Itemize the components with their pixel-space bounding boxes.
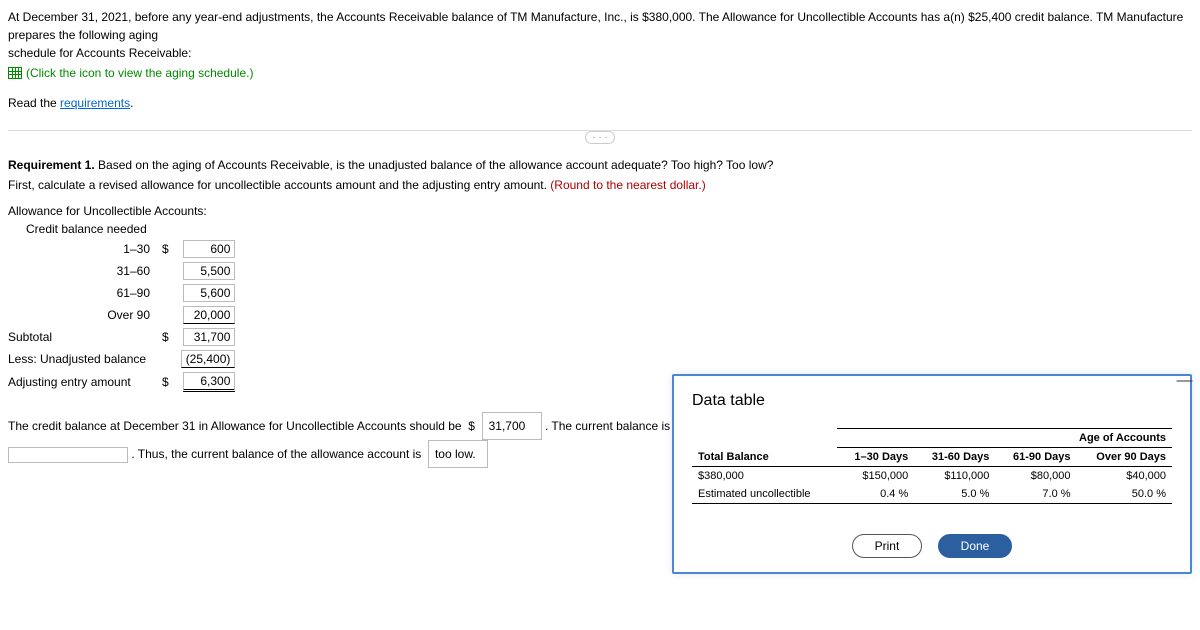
input-1-30[interactable]: 600 [183, 240, 235, 258]
row-adjusting: Adjusting entry amount $ 6,300 [8, 370, 241, 394]
intro-line-1b: schedule for Accounts Receivable: [8, 46, 191, 60]
popup-title: Data table [692, 392, 1172, 410]
label-61-90: 61–90 [8, 282, 156, 304]
col-total: Total Balance [692, 448, 837, 467]
pct-1-30: 0.4 % [837, 485, 914, 504]
bal-over-90: $40,000 [1077, 467, 1172, 486]
sent-2-blank[interactable] [8, 447, 128, 463]
sent-1-text: The credit balance at December 31 in All… [8, 419, 462, 433]
data-table-popup: — ✕ Data table Age of Accounts Total Bal… [672, 374, 1192, 574]
input-subtotal[interactable]: 31,700 [183, 328, 235, 346]
age-table: Age of Accounts Total Balance 1–30 Days … [692, 428, 1172, 504]
col-headers: Total Balance 1–30 Days 31-60 Days 61-90… [692, 448, 1172, 467]
col-over-90: Over 90 Days [1077, 448, 1172, 467]
pct-label: Estimated uncollectible [692, 485, 837, 504]
requirement-block: Requirement 1. Based on the aging of Acc… [8, 158, 1192, 192]
requirement-text: Based on the aging of Accounts Receivabl… [95, 158, 774, 172]
row-1-30: 1–30 $ 600 [8, 238, 241, 260]
sent-1-cur: $ [468, 419, 475, 433]
requirements-link[interactable]: requirements [60, 96, 130, 110]
less-label: Less: Unadjusted balance [8, 348, 156, 370]
row-31-60: 31–60 5,500 [8, 260, 241, 282]
bal-31-60: $110,000 [914, 467, 995, 486]
col-61-90: 61-90 Days [995, 448, 1076, 467]
row-subtotal: Subtotal $ 31,700 [8, 326, 241, 348]
adj-cur: $ [156, 370, 175, 394]
round-hint: (Round to the nearest dollar.) [550, 178, 705, 192]
row-over-90: Over 90 20,000 [8, 304, 241, 326]
cur-1-30: $ [156, 238, 175, 260]
col-31-60: 31-60 Days [914, 448, 995, 467]
calc-table: 1–30 $ 600 31–60 5,500 61–90 5,600 Over … [8, 238, 241, 394]
ellipsis-button[interactable]: · · · [585, 131, 615, 144]
age-heading: Age of Accounts [837, 429, 1172, 448]
label-31-60: 31–60 [8, 260, 156, 282]
bal-61-90: $80,000 [995, 467, 1076, 486]
col-1-30: 1–30 Days [837, 448, 914, 467]
sent-2-dropdown[interactable]: too low. [428, 440, 488, 468]
read-prefix: Read the [8, 96, 60, 110]
print-button[interactable]: Print [852, 534, 923, 558]
pct-61-90: 7.0 % [995, 485, 1076, 504]
sent-2-after: . Thus, the current balance of the allow… [131, 447, 421, 461]
done-button[interactable]: Done [938, 534, 1013, 558]
row-pct: Estimated uncollectible 0.4 % 5.0 % 7.0 … [692, 485, 1172, 504]
intro-line-1a: At December 31, 2021, before any year-en… [8, 10, 1183, 42]
calc-subheading: Credit balance needed [8, 222, 1192, 236]
sent-1-after: . The current balance is [545, 419, 670, 433]
instruction-text: First, calculate a revised allowance for… [8, 178, 550, 192]
view-aging-label: (Click the icon to view the aging schedu… [26, 64, 253, 82]
view-aging-link[interactable]: (Click the icon to view the aging schedu… [8, 64, 253, 82]
intro-paragraph: At December 31, 2021, before any year-en… [8, 8, 1192, 112]
grid-icon [8, 67, 22, 79]
pct-31-60: 5.0 % [914, 485, 995, 504]
subtotal-cur: $ [156, 326, 175, 348]
pct-over-90: 50.0 % [1077, 485, 1172, 504]
subtotal-label: Subtotal [8, 326, 156, 348]
adj-label: Adjusting entry amount [8, 370, 156, 394]
input-31-60[interactable]: 5,500 [183, 262, 235, 280]
input-61-90[interactable]: 5,600 [183, 284, 235, 302]
instruction-line: First, calculate a revised allowance for… [8, 178, 1192, 192]
read-requirements-line: Read the requirements. [8, 94, 1192, 112]
bal-total: $380,000 [692, 467, 837, 486]
input-less[interactable]: (25,400) [181, 350, 236, 368]
calc-heading: Allowance for Uncollectible Accounts: [8, 204, 1192, 218]
row-61-90: 61–90 5,600 [8, 282, 241, 304]
input-adjusting[interactable]: 6,300 [183, 372, 235, 392]
minimize-icon[interactable]: — [1177, 372, 1193, 392]
label-over-90: Over 90 [8, 304, 156, 326]
row-less: Less: Unadjusted balance (25,400) [8, 348, 241, 370]
bal-1-30: $150,000 [837, 467, 914, 486]
requirement-label: Requirement 1. [8, 158, 95, 172]
sent-1-value[interactable]: 31,700 [482, 412, 542, 440]
label-1-30: 1–30 [8, 238, 156, 260]
row-balance: $380,000 $150,000 $110,000 $80,000 $40,0… [692, 467, 1172, 486]
requirement-line: Requirement 1. Based on the aging of Acc… [8, 158, 1192, 172]
input-over-90[interactable]: 20,000 [183, 306, 235, 324]
